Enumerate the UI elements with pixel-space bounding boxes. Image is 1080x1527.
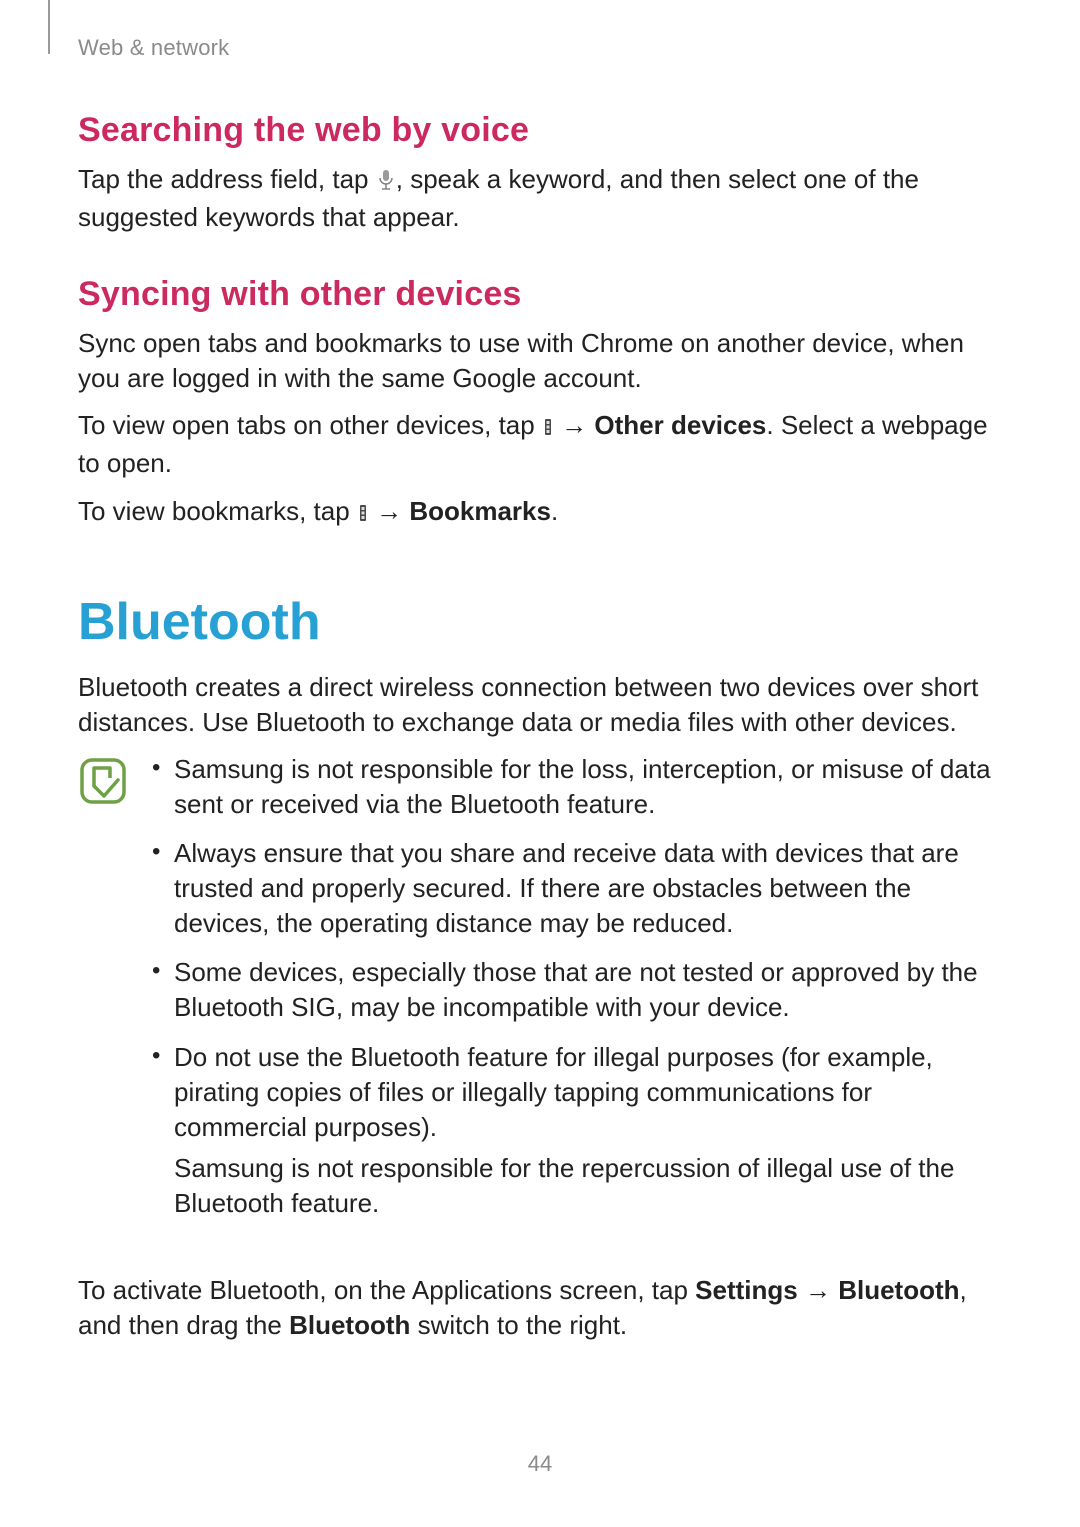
list-item: Do not use the Bluetooth feature for ill… — [144, 1040, 1002, 1221]
text-fragment: Tap the address field, tap — [78, 164, 376, 194]
overflow-menu-icon — [543, 411, 553, 446]
text-fragment: To activate Bluetooth, on the Applicatio… — [78, 1275, 695, 1305]
header-tab-mark — [48, 0, 50, 54]
arrow-text: → — [554, 410, 594, 440]
note-text: Do not use the Bluetooth feature for ill… — [174, 1042, 933, 1142]
switch-bluetooth: Bluetooth — [289, 1310, 410, 1340]
menu-item-bookmarks: Bookmarks — [409, 496, 551, 526]
text-fragment: switch to the right. — [410, 1310, 627, 1340]
text-fragment: . — [551, 496, 558, 526]
text-fragment: To view open tabs on other devices, tap — [78, 410, 542, 440]
paragraph-bluetooth-intro: Bluetooth creates a direct wireless conn… — [78, 670, 1002, 740]
paragraph-other-devices: To view open tabs on other devices, tap … — [78, 408, 1002, 481]
note-text: Some devices, especially those that are … — [174, 957, 978, 1022]
note-text: Always ensure that you share and receive… — [174, 838, 959, 938]
arrow-text: → — [798, 1275, 838, 1305]
running-header: Web & network — [78, 35, 1002, 61]
heading-bluetooth: Bluetooth — [78, 592, 1002, 652]
menu-item-other-devices: Other devices — [594, 410, 766, 440]
arrow-text: → — [369, 496, 409, 526]
list-item: Always ensure that you share and receive… — [144, 836, 1002, 941]
paragraph-sync-intro: Sync open tabs and bookmarks to use with… — [78, 326, 1002, 396]
page-number: 44 — [0, 1451, 1080, 1477]
note-list: Samsung is not responsible for the loss,… — [144, 752, 1002, 1235]
text-fragment: To view bookmarks, tap — [78, 496, 357, 526]
list-item: Some devices, especially those that are … — [144, 955, 1002, 1025]
app-settings: Settings — [695, 1275, 798, 1305]
overflow-menu-icon — [358, 497, 368, 532]
paragraph-activate-bluetooth: To activate Bluetooth, on the Applicatio… — [78, 1273, 1002, 1343]
note-icon — [78, 756, 128, 811]
app-bluetooth: Bluetooth — [838, 1275, 959, 1305]
manual-page: Web & network Searching the web by voice… — [0, 0, 1080, 1527]
heading-searching-web-by-voice: Searching the web by voice — [78, 111, 1002, 150]
heading-syncing-devices: Syncing with other devices — [78, 275, 1002, 314]
paragraph-voice-search: Tap the address field, tap , speak a key… — [78, 162, 1002, 235]
mic-icon — [377, 165, 395, 200]
note-block: Samsung is not responsible for the loss,… — [78, 752, 1002, 1235]
note-text: Samsung is not responsible for the reper… — [174, 1151, 1002, 1221]
list-item: Samsung is not responsible for the loss,… — [144, 752, 1002, 822]
paragraph-bookmarks: To view bookmarks, tap → Bookmarks. — [78, 494, 1002, 532]
note-text: Samsung is not responsible for the loss,… — [174, 754, 991, 819]
